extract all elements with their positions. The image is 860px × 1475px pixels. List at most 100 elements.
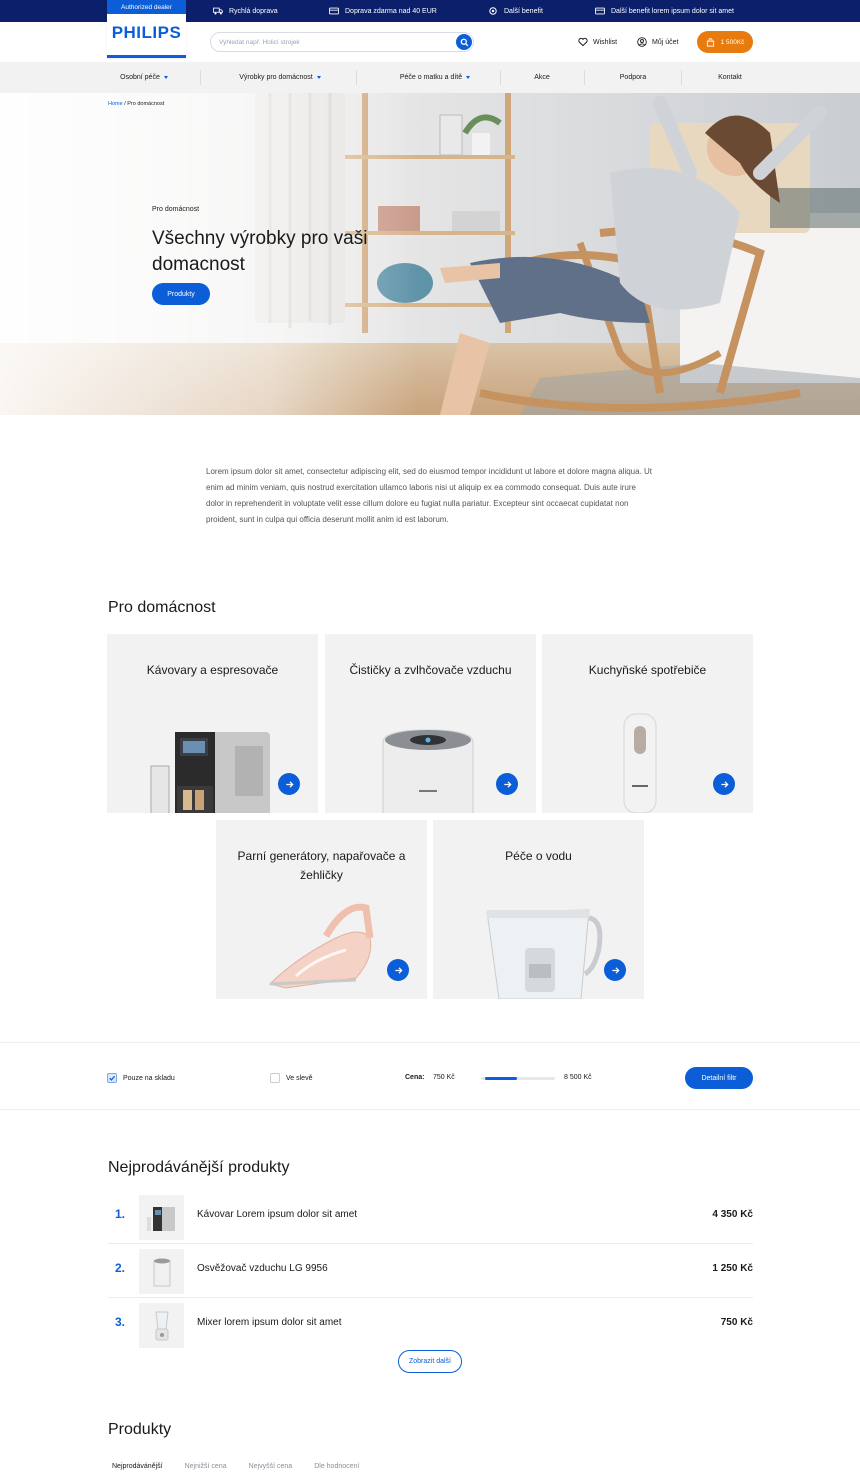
bestseller-name[interactable]: Osvěžovač vzduchu LG 9956: [197, 1263, 328, 1274]
bestseller-row[interactable]: 1. Kávovar Lorem ipsum dolor sit amet 4 …: [108, 1190, 753, 1244]
bestseller-price: 1 250 Kč: [712, 1263, 753, 1274]
heart-icon: [578, 37, 588, 47]
category-card-kitchen[interactable]: Kuchyňské spotřebiče: [542, 634, 753, 813]
wishlist-link[interactable]: Wishlist: [578, 34, 617, 50]
breadcrumb: Home / Pro domácnost: [108, 101, 164, 107]
mixer-thumbnail: [154, 1311, 169, 1340]
bestsellers-title: Nejprodávánější produkty: [108, 1159, 290, 1176]
breadcrumb-current: Pro domácnost: [127, 101, 165, 107]
user-icon: [637, 37, 647, 47]
search-icon: [460, 38, 468, 46]
category-card-air[interactable]: Čističky a zvlhčovače vzduchu: [325, 634, 536, 813]
checkbox-label: Ve slevě: [286, 1074, 313, 1082]
category-arrow-button[interactable]: [496, 773, 518, 795]
category-arrow-button[interactable]: [713, 773, 735, 795]
bestseller-price: 750 Kč: [720, 1317, 753, 1328]
arrow-right-icon: [394, 966, 403, 974]
nav-item-osobni-pece[interactable]: Osobní péče: [108, 62, 180, 93]
nav-divider: [356, 70, 357, 85]
nav-item-akce[interactable]: Akce: [512, 62, 572, 93]
checkbox-box[interactable]: [107, 1073, 117, 1083]
search-box: [210, 32, 474, 52]
detailed-filter-button[interactable]: Detailní filtr: [685, 1067, 753, 1089]
breadcrumb-home-link[interactable]: Home: [108, 101, 123, 107]
product-thumbnail[interactable]: [139, 1195, 184, 1240]
shopping-bag-icon: [706, 37, 714, 47]
show-more-button[interactable]: Zobrazit další: [398, 1350, 462, 1373]
category-card-water[interactable]: Péče o vodu: [433, 820, 644, 999]
tab-nejnizsi-cena[interactable]: Nejnižší cena: [181, 1462, 231, 1472]
nav-divider: [681, 70, 682, 85]
benefit-other: Další benefit: [488, 0, 543, 22]
cart-total: 1 500Kč: [720, 38, 745, 46]
air-purifier-image: [382, 729, 474, 813]
nav-item-label: Výrobky pro domácnost: [239, 74, 313, 81]
tab-nejvyssi-cena[interactable]: Nejvyšší cena: [245, 1462, 297, 1472]
intro-text: Lorem ipsum dolor sit amet, consectetur …: [206, 467, 653, 524]
benefit-label: Rychlá doprava: [229, 7, 278, 15]
authorized-dealer-label: Authorized dealer: [107, 0, 186, 14]
gear-icon: [489, 7, 497, 15]
bestseller-rank: 3.: [115, 1315, 126, 1329]
in-stock-checkbox[interactable]: Pouze na skladu: [107, 1073, 175, 1083]
nav-item-vyrobky-pro-domacnost[interactable]: Výrobky pro domácnost: [210, 62, 350, 93]
hero-title: Všechny výrobky pro vaši domacnost: [152, 228, 368, 275]
category-title: Péče o vodu: [505, 849, 572, 863]
bestseller-row[interactable]: 3. Mixer lorem ipsum dolor sit amet 750 …: [108, 1298, 753, 1352]
account-label: Můj účet: [652, 38, 679, 46]
card-icon: [595, 7, 605, 15]
product-thumbnail[interactable]: [139, 1303, 184, 1348]
category-title: Čističky a zvlhčovače vzduchu: [349, 663, 512, 677]
nav-item-label: Podpora: [619, 74, 647, 81]
wishlist-label: Wishlist: [593, 38, 618, 46]
water-filter-jug-image: [486, 909, 603, 999]
account-link[interactable]: Můj účet: [637, 34, 678, 50]
bestseller-name[interactable]: Kávovar Lorem ipsum dolor sit amet: [197, 1209, 357, 1220]
search-button[interactable]: [456, 34, 472, 50]
products-title: Produkty: [108, 1421, 172, 1438]
logo[interactable]: Authorized dealer PHILIPS: [107, 0, 186, 58]
tab-dle-hodnoceni[interactable]: Dle hodnocení: [310, 1462, 363, 1472]
price-range-fill[interactable]: [485, 1077, 518, 1080]
benefit-label: Další benefit lorem ipsum dolor sit amet: [611, 7, 734, 15]
card-icon: [329, 7, 339, 15]
nav-item-pece-o-matku[interactable]: Péče o matku a dítě: [365, 62, 505, 93]
search-input[interactable]: [219, 36, 449, 49]
chevron-down-icon: [466, 76, 471, 79]
price-min-value: 750 Kč: [433, 1074, 455, 1081]
category-card-iron[interactable]: Parní generátory, napařovače a žehličky: [216, 820, 427, 999]
air-purifier-thumbnail: [153, 1258, 170, 1286]
checkbox-box[interactable]: [270, 1073, 280, 1083]
benefit-label: Další benefit: [504, 7, 543, 15]
steam-iron-image: [269, 903, 374, 989]
category-arrow-button[interactable]: [387, 959, 409, 981]
category-title: Kuchyňské spotřebiče: [588, 663, 707, 677]
bestseller-name[interactable]: Mixer lorem ipsum dolor sit amet: [197, 1317, 341, 1328]
chevron-down-icon: [316, 76, 321, 79]
nav-item-podpora[interactable]: Podpora: [598, 62, 668, 93]
benefit-free-delivery: Doprava zdarma nad 40 EUR: [329, 0, 437, 22]
bestseller-rank: 1.: [115, 1207, 126, 1221]
price-max-value: 8 500 Kč: [564, 1074, 592, 1081]
hand-blender-image: [623, 713, 657, 813]
category-arrow-button[interactable]: [278, 773, 300, 795]
bestseller-row[interactable]: 2. Osvěžovač vzduchu LG 9956 1 250 Kč: [108, 1244, 753, 1298]
tab-nejprodavanejsi[interactable]: Nejprodávánější: [108, 1462, 167, 1472]
category-arrow-button[interactable]: [604, 959, 626, 981]
product-thumbnail[interactable]: [139, 1249, 184, 1294]
benefit-label: Doprava zdarma nad 40 EUR: [345, 7, 437, 15]
checkbox-label: Pouze na skladu: [123, 1074, 175, 1082]
cart-button[interactable]: 1 500Kč: [697, 31, 753, 53]
benefit-other-long: Další benefit lorem ipsum dolor sit amet: [595, 0, 734, 22]
nav-item-label: Péče o matku a dítě: [399, 74, 463, 81]
benefit-fast-delivery: Rychlá doprava: [213, 0, 278, 22]
coffee-machine-image: [150, 732, 270, 813]
category-card-coffee[interactable]: Kávovary a espresovače: [107, 634, 318, 813]
hero-products-button[interactable]: Produkty: [152, 283, 210, 305]
nav-item-kontakt[interactable]: Kontakt: [695, 62, 765, 93]
price-range-slider[interactable]: [481, 1077, 555, 1080]
bestseller-rank: 2.: [115, 1261, 126, 1275]
on-sale-checkbox[interactable]: Ve slevě: [270, 1073, 312, 1083]
arrow-right-icon: [720, 780, 729, 788]
coffee-machine-thumbnail: [146, 1206, 175, 1231]
